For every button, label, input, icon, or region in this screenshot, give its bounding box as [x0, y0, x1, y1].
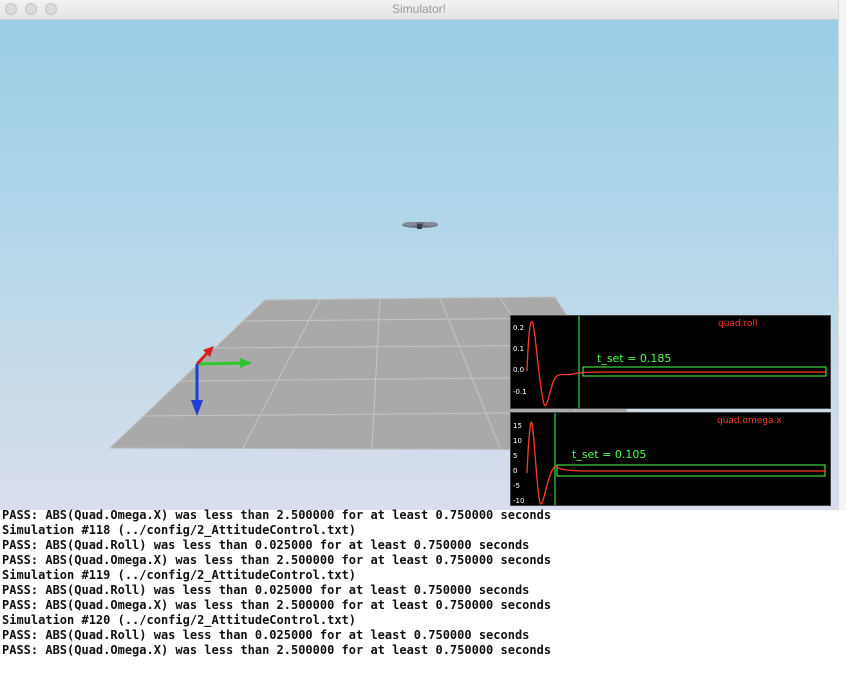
omega-tick-5: -10 [513, 497, 524, 505]
roll-tick-1: 0.1 [513, 345, 524, 353]
window-title: Simulator! [391, 2, 447, 16]
omega-plot-svg: quad.omega.x 15 10 5 0 -5 -10 t_set = 0.… [513, 413, 826, 505]
console-line: PASS: ABS(Quad.Roll) was less than 0.025… [2, 538, 530, 552]
roll-tick-3: -0.1 [513, 388, 527, 396]
simulator-window: Simulator! quad.roll 0.2 0.1 0.0 -0.1 t_… [0, 0, 838, 510]
roll-plot-title: quad.roll [718, 319, 758, 329]
quadcopter [402, 222, 438, 229]
omega-tick-3: 0 [513, 467, 517, 475]
console-line: Simulation #120 (../config/2_AttitudeCon… [2, 613, 357, 627]
console-line: PASS: ABS(Quad.Omega.X) was less than 2.… [2, 508, 552, 522]
console-line: PASS: ABS(Quad.Omega.X) was less than 2.… [2, 643, 552, 657]
roll-trace [526, 321, 826, 407]
console-line: PASS: ABS(Quad.Roll) was less than 0.025… [2, 583, 530, 597]
roll-tick-2: 0.0 [513, 366, 524, 374]
omega-tick-2: 5 [513, 452, 517, 460]
console-line: PASS: ABS(Quad.Omega.X) was less than 2.… [2, 598, 552, 612]
omega-trace [526, 421, 826, 505]
roll-plot-panel: quad.roll 0.2 0.1 0.0 -0.1 t_set = 0.185 [510, 315, 831, 409]
3d-viewport[interactable]: quad.roll 0.2 0.1 0.0 -0.1 t_set = 0.185… [0, 20, 838, 510]
window-titlebar: Simulator! [0, 0, 838, 20]
roll-plot-svg: quad.roll 0.2 0.1 0.0 -0.1 t_set = 0.185 [513, 316, 827, 408]
omega-plot-title: quad.omega.x [717, 416, 782, 426]
omega-tick-0: 15 [513, 422, 522, 430]
omega-tick-4: -5 [513, 482, 520, 490]
console-output[interactable]: PASS: ABS(Quad.Omega.X) was less than 2.… [0, 508, 846, 679]
console-line: Simulation #119 (../config/2_AttitudeCon… [2, 568, 357, 582]
omega-tset-label: t_set = 0.105 [572, 448, 646, 461]
roll-tick-0: 0.2 [513, 324, 524, 332]
roll-tset-label: t_set = 0.185 [597, 352, 671, 365]
omega-plot-panel: quad.omega.x 15 10 5 0 -5 -10 t_set = 0.… [510, 412, 831, 506]
console-line: PASS: ABS(Quad.Omega.X) was less than 2.… [2, 553, 552, 567]
console-line: PASS: ABS(Quad.Roll) was less than 0.025… [2, 628, 530, 642]
omega-tick-1: 10 [513, 437, 522, 445]
console-line: Simulation #118 (../config/2_AttitudeCon… [2, 523, 357, 537]
